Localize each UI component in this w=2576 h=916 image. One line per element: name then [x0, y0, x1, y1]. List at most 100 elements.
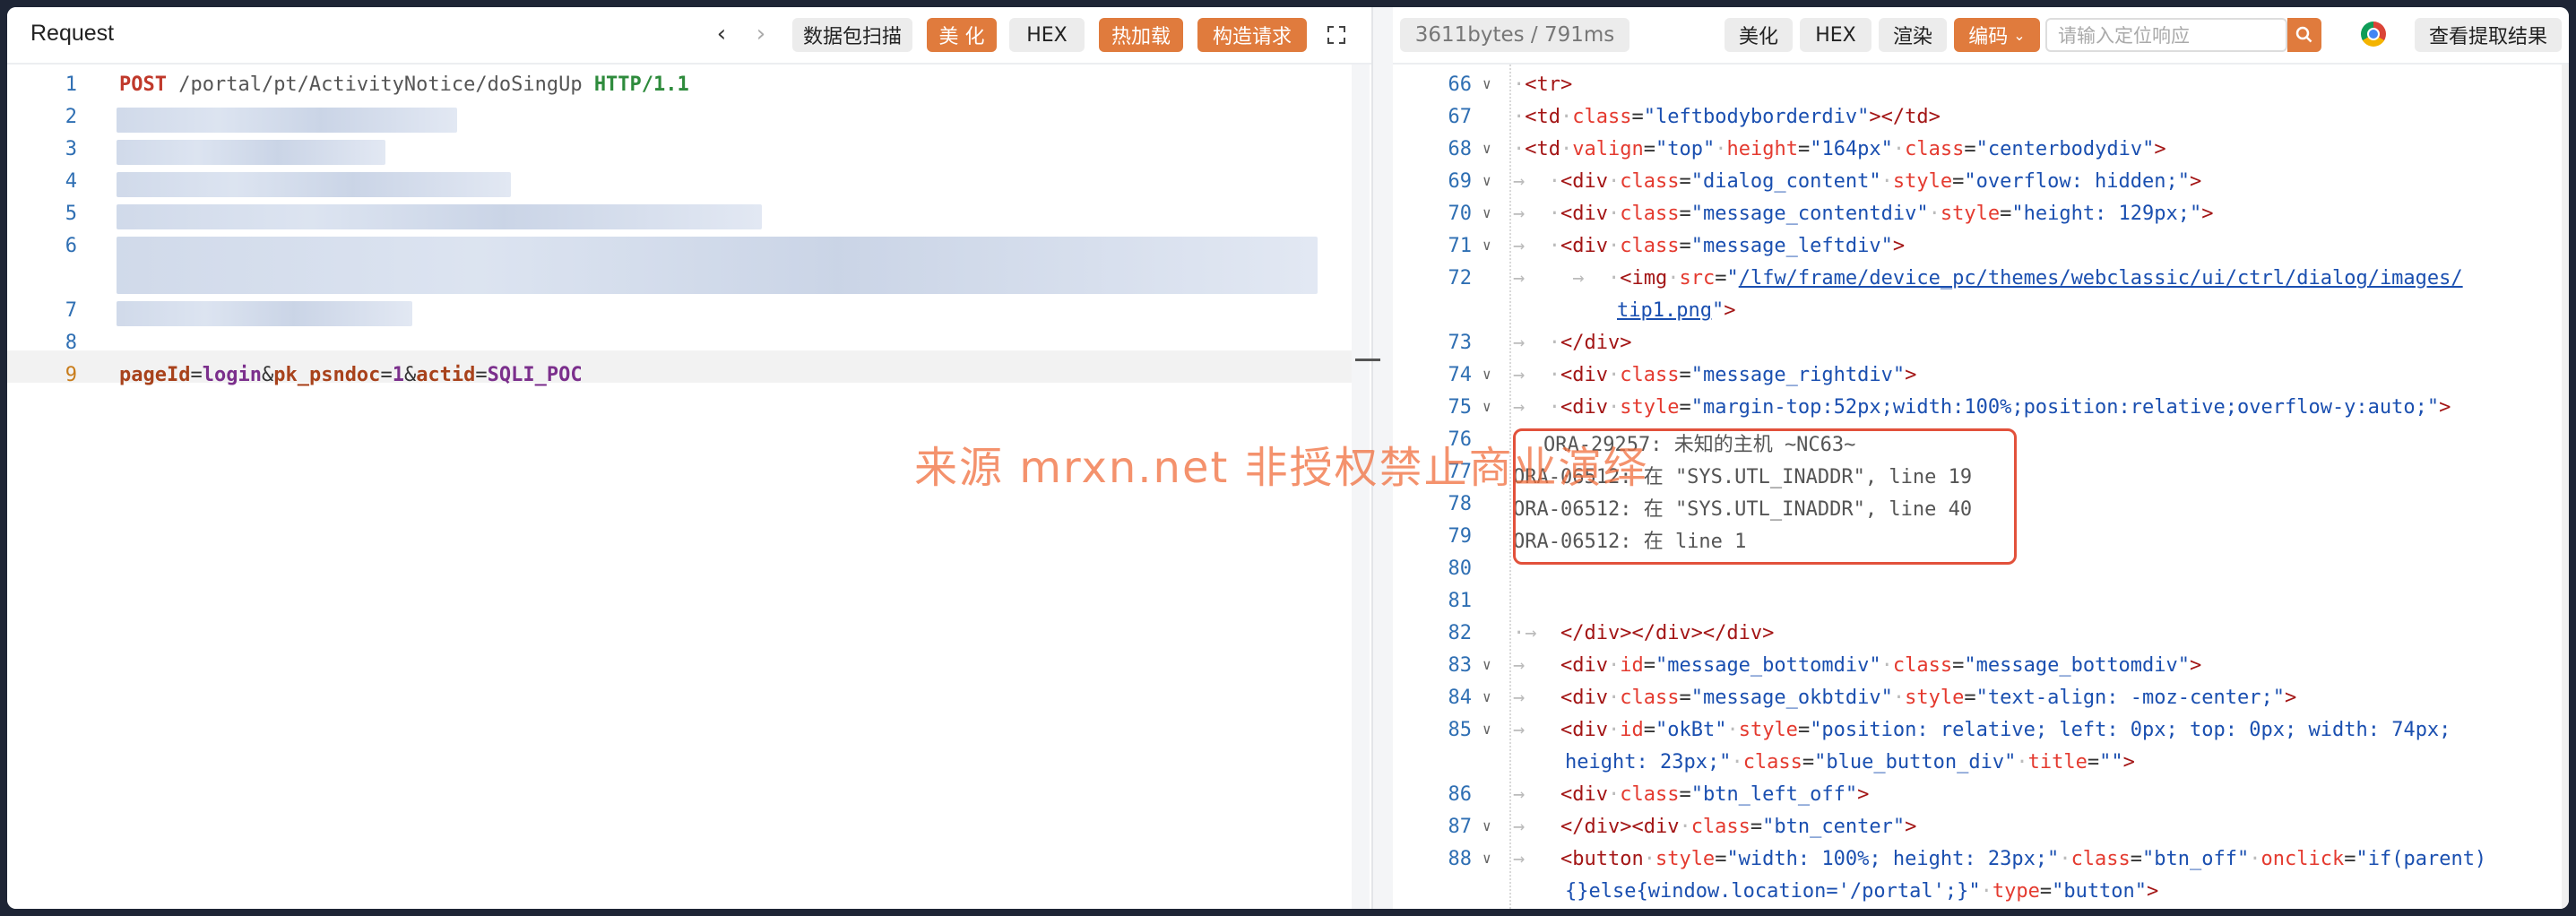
line-number: 66: [1448, 73, 1473, 96]
request-toolbar: Request ‹ › 数据包扫描 美 化 HEX 热加载 构造请求: [7, 7, 1371, 65]
encoding-label: 编码: [1968, 26, 2009, 48]
code-line-82: ·→ </div></div></div>: [1513, 622, 1775, 644]
code-line-72: → → ·<img·src="/lfw/frame/device_pc/them…: [1513, 267, 2463, 289]
request-body: pageId=login&pk_psndoc=1&actid=SQLI_POC: [119, 364, 583, 386]
fold-chevron-icon[interactable]: ∨: [1482, 656, 1502, 673]
back-arrow-icon[interactable]: ‹: [706, 18, 737, 50]
fullscreen-icon[interactable]: [1321, 20, 1352, 50]
line-number: 7: [65, 299, 77, 322]
line-number: 3: [65, 138, 77, 160]
fold-chevron-icon[interactable]: ∨: [1482, 366, 1502, 383]
equals-sign: =: [475, 364, 488, 386]
response-hex-button[interactable]: HEX: [1800, 18, 1871, 52]
line-number: 83: [1448, 654, 1473, 677]
param-key: pk_psndoc: [273, 364, 381, 386]
response-scrollbar[interactable]: [2562, 65, 2569, 909]
build-request-button[interactable]: 构造请求: [1197, 18, 1307, 52]
line-number: 73: [1448, 332, 1473, 354]
line-number: 67: [1448, 106, 1473, 128]
hot-load-button[interactable]: 热加载: [1099, 18, 1183, 52]
line-number: 71: [1448, 235, 1473, 257]
line-number: 1: [65, 73, 77, 96]
fold-chevron-icon[interactable]: ∨: [1482, 204, 1502, 221]
watermark: 来源 mrxn.net 非授权禁止商业演绎: [914, 443, 1648, 493]
line-number: 86: [1448, 783, 1473, 806]
line-number: 69: [1448, 170, 1473, 193]
param-value: SQLI_POC: [487, 364, 583, 386]
fold-chevron-icon[interactable]: ∨: [1482, 817, 1502, 834]
line-number: 72: [1448, 267, 1473, 289]
line-number: 82: [1448, 622, 1473, 644]
response-stats: 3611bytes / 791ms: [1400, 18, 1629, 52]
line-number: 84: [1448, 687, 1473, 709]
view-extract-button[interactable]: 查看提取结果: [2415, 18, 2562, 52]
code-line-84: → <div·class="message_okbtdiv"·style="te…: [1513, 687, 2297, 709]
code-line-86: → <div·class="btn_left_off">: [1513, 783, 1870, 806]
minimap-marker: [1355, 359, 1380, 361]
line-number: 78: [1448, 493, 1473, 515]
line-number: 88: [1448, 848, 1473, 870]
fold-chevron-icon[interactable]: ∨: [1482, 237, 1502, 254]
line-number: 5: [65, 203, 77, 225]
forward-arrow-icon[interactable]: ›: [746, 18, 776, 50]
line-number: 75: [1448, 396, 1473, 419]
ampersand: &: [261, 364, 274, 386]
ampersand: &: [403, 364, 417, 386]
chrome-icon[interactable]: [2361, 22, 2386, 47]
fold-chevron-icon[interactable]: ∨: [1482, 172, 1502, 189]
image-src-link[interactable]: /lfw/frame/device_pc/themes/webclassic/u…: [1739, 267, 2463, 289]
fold-chevron-icon[interactable]: ∨: [1482, 75, 1502, 92]
packet-scan-button[interactable]: 数据包扫描: [792, 18, 912, 52]
code-line-87: → </div><div·class="btn_center">: [1513, 816, 1917, 838]
image-src-link[interactable]: tip1.png: [1617, 299, 1712, 322]
response-toolbar: 3611bytes / 791ms 美化 HEX 渲染 编码 ⌄ 请输入定位响应 …: [1393, 7, 2569, 65]
http-protocol: HTTP/1.1: [593, 73, 689, 96]
code-line-69: → ·<div·class="dialog_content"·style="ov…: [1513, 170, 2202, 193]
line-number: 6: [65, 235, 77, 257]
redacted-header: [117, 140, 385, 165]
param-value: 1: [392, 364, 404, 386]
redacted-header: [117, 237, 1318, 294]
fold-chevron-icon[interactable]: ∨: [1482, 850, 1502, 867]
http-method: POST: [119, 73, 167, 96]
line-number: 79: [1448, 525, 1473, 548]
line-number: 8: [65, 332, 77, 354]
closing-divs: </div></div></div>: [1560, 622, 1775, 644]
response-beautify-button[interactable]: 美化: [1725, 18, 1793, 52]
code-line-67: ·<td·class="leftbodyborderdiv"></td>: [1513, 106, 1941, 128]
redacted-header: [117, 204, 762, 229]
code-line-85: → <div·id="okBt"·style="position: relati…: [1513, 719, 2451, 741]
locate-response-input[interactable]: 请输入定位响应: [2045, 18, 2287, 52]
code-line-74: → ·<div·class="message_rightdiv">: [1513, 364, 1917, 386]
fold-chevron-icon[interactable]: ∨: [1482, 721, 1502, 738]
render-button[interactable]: 渲染: [1879, 18, 1947, 52]
request-path: /portal/pt/ActivityNotice/doSingUp: [166, 73, 594, 96]
redacted-header: [117, 108, 457, 133]
redacted-header: [117, 172, 511, 197]
beautify-button[interactable]: 美 化: [927, 18, 997, 52]
request-title: Request: [30, 21, 115, 46]
param-key: pageId: [119, 364, 191, 386]
code-line-83: → <div·id="message_bottomdiv"·class="mes…: [1513, 654, 2202, 677]
code-line-72-wrap: tip1.png">: [1617, 299, 1736, 322]
fold-chevron-icon[interactable]: ∨: [1482, 398, 1502, 415]
param-value: login: [202, 364, 262, 386]
equals-sign: =: [190, 364, 203, 386]
line-number: 74: [1448, 364, 1473, 386]
hex-button[interactable]: HEX: [1009, 18, 1085, 52]
line-number: 68: [1448, 138, 1473, 160]
line-number: 2: [65, 106, 77, 128]
code-line-71: → ·<div·class="message_leftdiv">: [1513, 235, 1906, 257]
line-number: 85: [1448, 719, 1473, 741]
request-line: POST /portal/pt/ActivityNotice/doSingUp …: [119, 73, 689, 96]
code-line-85-wrap: height: 23px;"·class="blue_button_div"·t…: [1565, 751, 2135, 773]
fold-chevron-icon[interactable]: ∨: [1482, 140, 1502, 157]
code-line-70: → ·<div·class="message_contentdiv"·style…: [1513, 203, 2214, 225]
app-window: Request ‹ › 数据包扫描 美 化 HEX 热加载 构造请求 1 2 3…: [7, 7, 2569, 909]
line-number: 9: [65, 364, 77, 386]
fold-chevron-icon[interactable]: ∨: [1482, 688, 1502, 705]
encoding-dropdown[interactable]: 编码 ⌄: [1954, 18, 2040, 52]
line-number: 87: [1448, 816, 1473, 838]
search-icon[interactable]: [2287, 18, 2321, 52]
chevron-down-icon: ⌄: [2013, 26, 2026, 44]
